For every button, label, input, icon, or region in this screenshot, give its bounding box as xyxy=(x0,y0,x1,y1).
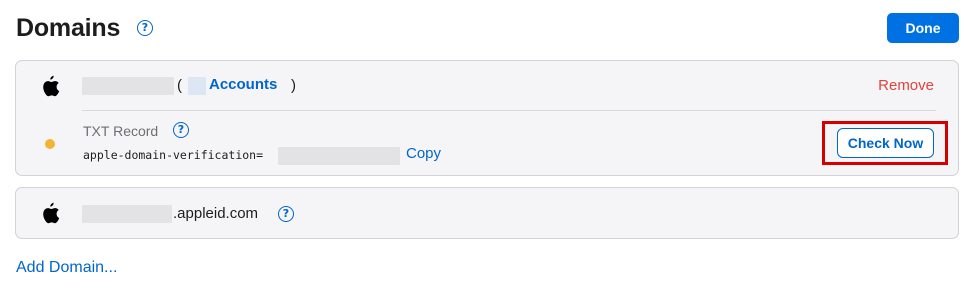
help-icon[interactable]: ? xyxy=(278,206,294,222)
apple-logo-icon xyxy=(43,75,60,97)
page-header: Domains ? Done xyxy=(16,12,959,46)
redacted-domain-name xyxy=(82,77,174,95)
page-title: Domains xyxy=(16,14,121,42)
help-icon[interactable]: ? xyxy=(173,122,189,138)
txt-record-value: apple-domain-verification= xyxy=(83,148,264,162)
apple-logo-icon xyxy=(43,202,60,224)
accounts-link[interactable]: Accounts xyxy=(209,76,277,93)
help-icon[interactable]: ? xyxy=(137,20,153,36)
domain-row: ( Accounts ) Remove xyxy=(16,61,958,110)
divider xyxy=(82,110,936,111)
redacted-verification-code xyxy=(278,147,400,165)
domain-suffix: .appleid.com xyxy=(173,205,259,222)
add-domain-link[interactable]: Add Domain... xyxy=(16,259,117,277)
txt-record-label: TXT Record xyxy=(83,123,159,139)
remove-link[interactable]: Remove xyxy=(878,77,934,94)
done-button[interactable]: Done xyxy=(887,13,959,43)
domain-card: .appleid.com ? xyxy=(15,187,959,239)
check-now-button[interactable]: Check Now xyxy=(837,128,934,158)
copy-link[interactable]: Copy xyxy=(406,145,441,162)
paren-open: ( xyxy=(177,77,182,94)
pending-status-dot xyxy=(45,139,55,149)
redacted-org-name xyxy=(188,77,206,95)
domain-card: ( Accounts ) Remove TXT Record ? apple-d… xyxy=(15,60,959,176)
paren-close: ) xyxy=(291,77,296,94)
redacted-domain-name xyxy=(82,205,172,223)
